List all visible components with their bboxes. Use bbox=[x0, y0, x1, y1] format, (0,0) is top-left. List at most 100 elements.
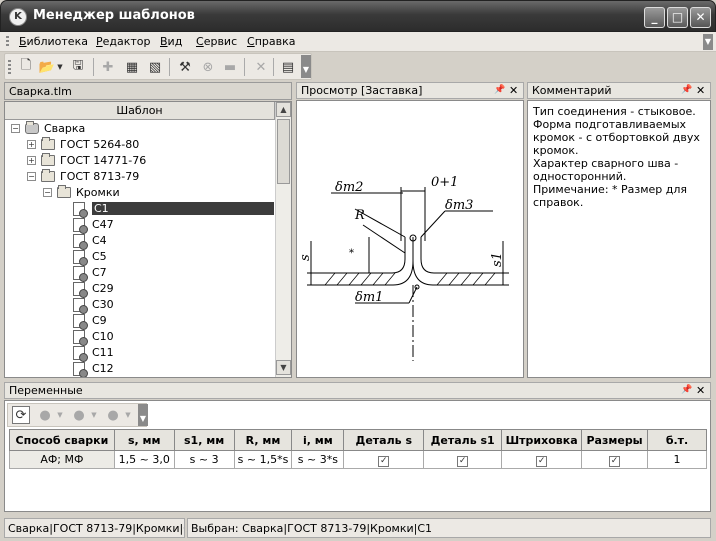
table-cell[interactable]: 1,5 ~ 3,0 bbox=[113, 450, 175, 469]
table-cell[interactable]: ✓ bbox=[581, 450, 649, 469]
remove-variable-icon[interactable]: ● bbox=[104, 406, 122, 424]
menu-library[interactable]: Библиотека bbox=[19, 35, 88, 48]
minimize-button[interactable]: _ bbox=[644, 7, 665, 28]
menu-view[interactable]: Вид bbox=[160, 35, 182, 48]
variables-toolbar-chevron-icon[interactable]: ▼ bbox=[138, 404, 148, 426]
properties-icon[interactable]: ▬ bbox=[221, 58, 239, 76]
checkbox[interactable]: ✓ bbox=[609, 455, 621, 467]
scroll-down-icon[interactable]: ▼ bbox=[276, 360, 291, 375]
comment-line: Характер сварного шва - bbox=[533, 157, 679, 170]
label-star: * bbox=[349, 248, 354, 259]
tree-item-label: Кромки bbox=[76, 186, 120, 199]
comment-line: односторонний. bbox=[533, 170, 627, 183]
table-row[interactable]: АФ; МФ 1,5 ~ 3,0 s ~ 3 s ~ 1,5*s s ~ 3*s ✓ ✓ ✓ ✓… bbox=[9, 450, 707, 469]
toolbar-overflow-chevron-icon[interactable]: ▼ bbox=[301, 55, 311, 78]
edit-variable-icon[interactable]: ● bbox=[70, 406, 88, 424]
table-cell[interactable]: АФ; МФ bbox=[9, 450, 115, 469]
comment-line: справок. bbox=[533, 196, 584, 209]
collapse-icon[interactable]: − bbox=[27, 172, 36, 181]
chevron-down-icon[interactable]: ▼ bbox=[124, 406, 132, 424]
comment-line: кромок. bbox=[533, 144, 579, 157]
refresh-icon[interactable]: ⟳ bbox=[12, 406, 30, 424]
checkbox[interactable]: ✓ bbox=[378, 455, 390, 467]
comment-panel-header: Комментарий 📌 ✕ bbox=[527, 82, 711, 99]
column-header[interactable]: i, мм bbox=[291, 429, 345, 451]
delete-icon[interactable]: ✕ bbox=[252, 58, 270, 76]
tree-item-label: С5 bbox=[92, 250, 107, 263]
maximize-button[interactable]: □ bbox=[667, 7, 688, 28]
comment-line: Форма подготавливаемых bbox=[533, 118, 687, 131]
table-cell[interactable]: ✓ bbox=[501, 450, 583, 469]
column-header[interactable]: Штриховка bbox=[501, 429, 583, 451]
scroll-thumb[interactable] bbox=[277, 119, 290, 184]
column-header[interactable]: б.т. bbox=[647, 429, 707, 451]
tree-item-label: С1 bbox=[92, 202, 274, 215]
collapse-icon[interactable]: − bbox=[11, 124, 20, 133]
library-icon[interactable]: ▤ bbox=[279, 58, 297, 76]
scroll-up-icon[interactable]: ▲ bbox=[276, 102, 291, 117]
new-file-icon[interactable]: 🗋 bbox=[17, 58, 35, 76]
cell-value: 1 bbox=[673, 453, 681, 466]
pin-icon[interactable]: 📌 bbox=[494, 85, 505, 95]
library-file-header: Сварка.tlm bbox=[4, 82, 292, 100]
folder-icon bbox=[41, 153, 55, 166]
template-icon bbox=[73, 346, 88, 362]
collapse-icon[interactable]: − bbox=[43, 188, 52, 197]
column-header[interactable]: Деталь s1 bbox=[423, 429, 503, 451]
tree-item-label: С10 bbox=[92, 330, 114, 343]
tree-column-header[interactable]: Шаблон bbox=[5, 102, 275, 120]
pin-icon[interactable]: 📌 bbox=[681, 85, 692, 95]
folder-icon bbox=[41, 169, 55, 182]
table-cell[interactable]: ✓ bbox=[423, 450, 503, 469]
column-header[interactable]: Способ сварки bbox=[9, 429, 115, 451]
table-cell[interactable]: s ~ 1,5*s bbox=[233, 450, 293, 469]
label-dm3: δm3 bbox=[445, 198, 473, 213]
add-variable-icon[interactable]: ● bbox=[36, 406, 54, 424]
menu-service[interactable]: Сервис bbox=[196, 35, 237, 48]
table-cell[interactable]: s ~ 3 bbox=[173, 450, 235, 469]
column-header[interactable]: R, мм bbox=[233, 429, 293, 451]
new-template-icon[interactable]: ✚ bbox=[99, 58, 117, 76]
template-icon bbox=[73, 362, 88, 377]
save-icon[interactable]: 🖫 bbox=[69, 58, 87, 76]
open-folder-icon[interactable]: 📂 bbox=[38, 58, 56, 76]
template-icon[interactable]: ▦ bbox=[123, 58, 141, 76]
expand-icon[interactable]: + bbox=[27, 156, 36, 165]
checkbox[interactable]: ✓ bbox=[457, 455, 469, 467]
table-cell[interactable]: s ~ 3*s bbox=[291, 450, 345, 469]
menu-overflow-chevron-icon[interactable]: ▼ bbox=[703, 34, 713, 50]
label-dm1: δm1 bbox=[355, 290, 383, 305]
pin-icon[interactable]: 📌 bbox=[681, 385, 692, 395]
table-cell[interactable]: 1 bbox=[647, 450, 707, 469]
chevron-down-icon[interactable]: ▼ bbox=[56, 406, 64, 424]
template-icon bbox=[73, 218, 88, 234]
template-tree-panel: Шаблон − Сварка + ГОСТ 5264-80 + ГОСТ 14771-7… bbox=[4, 101, 292, 378]
cell-value: s ~ 3*s bbox=[297, 453, 338, 466]
preview-close-icon[interactable]: ✕ bbox=[509, 84, 518, 97]
open-dropdown-chevron-icon[interactable]: ▼ bbox=[56, 58, 64, 76]
cell-value: s ~ 1,5*s bbox=[237, 453, 289, 466]
variables-panel-header: Переменные 📌 ✕ bbox=[4, 382, 711, 399]
comment-text: Тип соединения - стыковое. Форма подготав… bbox=[527, 100, 711, 378]
right-plate-outer bbox=[420, 237, 497, 274]
table-cell[interactable]: ✓ bbox=[343, 450, 425, 469]
menu-help[interactable]: Справка bbox=[247, 35, 295, 48]
checkbox[interactable]: ✓ bbox=[536, 455, 548, 467]
column-header[interactable]: Деталь s bbox=[343, 429, 425, 451]
column-header[interactable]: Размеры bbox=[581, 429, 649, 451]
menu-grip bbox=[6, 36, 9, 48]
template-edit-icon[interactable]: ▧ bbox=[146, 58, 164, 76]
comment-close-icon[interactable]: ✕ bbox=[696, 84, 705, 97]
menu-editor[interactable]: Редактор bbox=[96, 35, 151, 48]
hammer-icon[interactable]: ⚒ bbox=[176, 58, 194, 76]
tree-item-label: С12 bbox=[92, 362, 114, 375]
variables-close-icon[interactable]: ✕ bbox=[696, 384, 705, 397]
expand-icon[interactable]: + bbox=[27, 140, 36, 149]
insert-icon[interactable]: ⊗ bbox=[199, 58, 217, 76]
column-header[interactable]: s, мм bbox=[113, 429, 175, 451]
column-header[interactable]: s1, мм bbox=[173, 429, 235, 451]
template-icon bbox=[73, 298, 88, 314]
chevron-down-icon[interactable]: ▼ bbox=[90, 406, 98, 424]
close-button[interactable]: ✕ bbox=[690, 7, 711, 28]
tree-scrollbar[interactable]: ▲ ▼ bbox=[275, 102, 291, 377]
